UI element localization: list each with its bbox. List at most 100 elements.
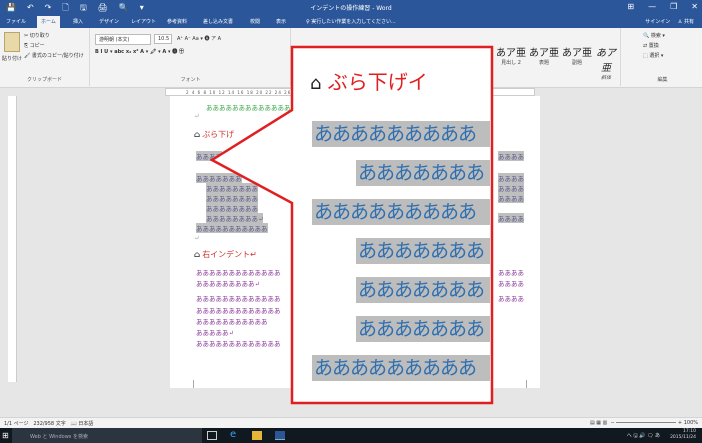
cut-button[interactable]: ✂ 切り取り (24, 32, 50, 39)
word-count[interactable]: 232/958 文字 (33, 421, 65, 427)
zoom-row: あああああああ (356, 160, 490, 186)
house-icon: ⌂ (194, 250, 201, 259)
page-corner-mark (526, 380, 538, 388)
tab-design[interactable]: デザイン (99, 18, 119, 25)
purple-text-tail: ああああ (498, 269, 524, 277)
replace-button[interactable]: ⇄ 置換 (643, 42, 659, 49)
edge-browser-icon[interactable]: e (230, 429, 240, 440)
purple-text-line: あああああああああああああ (196, 307, 281, 315)
windows-start-icon[interactable]: ⊞ (2, 431, 9, 440)
zoom-in-button[interactable]: + (678, 420, 682, 426)
style-subtitle-sample: あア亜 (562, 48, 592, 59)
hanging-block-first: あああああああ (196, 173, 242, 183)
right-highlight-line: ああああ (498, 151, 524, 161)
tell-me-box[interactable]: ♀ 実行したい作業を入力してください... (306, 18, 396, 25)
find-button[interactable]: 🔍 検索 ▾ (643, 32, 665, 39)
web-layout-icon[interactable]: ▥ (603, 420, 608, 426)
share-label: 共有 (683, 19, 694, 25)
page-count[interactable]: 1/1 ページ (4, 421, 29, 427)
zoom-row: あああああああ (356, 316, 490, 342)
window-title: インデントの操作練習 - Word (310, 5, 392, 12)
status-bar: 1/1 ページ 232/958 文字 📖 日本語 ▤ ▦ ▥ − + 100% (0, 417, 702, 428)
style-title[interactable]: あア亜 表題 (529, 44, 559, 66)
tab-review[interactable]: 校閲 (250, 18, 260, 25)
style-title-name: 表題 (538, 60, 549, 66)
copy-button[interactable]: ⎘ コピー (24, 42, 45, 49)
maximize-button[interactable]: ❐ (670, 2, 677, 11)
tab-insert[interactable]: 挿入 (73, 18, 83, 25)
zoom-heading: ⌂ ぶら下げイ (310, 66, 428, 95)
paste-button[interactable]: 貼り付け (2, 55, 22, 62)
zoom-out-button[interactable]: − (611, 420, 615, 426)
style-subtitle[interactable]: あア亜 副題 (562, 44, 592, 66)
status-right: ▤ ▦ ▥ − + 100% (590, 420, 698, 426)
tab-home[interactable]: ホーム (37, 16, 60, 28)
person-icon: ♙ (677, 19, 683, 25)
word-app-icon[interactable] (275, 431, 285, 440)
zoom-row: あああああああ (356, 277, 490, 303)
tab-mailings[interactable]: 差し込み文書 (203, 18, 233, 25)
paste-icon[interactable] (4, 32, 20, 52)
right-highlight-line: ああああ (498, 213, 524, 223)
taskbar-clock[interactable]: 17:10 2015/11/24 (670, 429, 696, 441)
hanging-block-last: あああああああああああ (196, 223, 268, 233)
file-explorer-icon[interactable] (252, 431, 262, 440)
font-group-label: フォント (180, 77, 201, 83)
hanging-block-line: ああああああああ↵ (206, 213, 264, 223)
house-icon: ⌂ (194, 130, 201, 139)
style-heading2-name: 見出し 2 (501, 60, 521, 66)
share-button[interactable]: ♙ 共有 (678, 19, 694, 25)
hanging-indent-heading: ⌂ ぶら下げ (194, 129, 234, 140)
print-layout-icon[interactable]: ▦ (596, 420, 601, 426)
zoom-slider[interactable] (616, 422, 677, 423)
purple-text-line: あああああああああああああ (196, 340, 281, 348)
zoom-row: あああああああ (356, 238, 490, 264)
font-tools-row1[interactable]: A⁺ A⁻ Aa ▾ 🅐 ア A (177, 35, 221, 42)
tab-file[interactable]: ファイル (6, 18, 26, 25)
format-painter-button[interactable]: 🖌 書式のコピー/貼り付け (24, 52, 84, 59)
font-name-select[interactable]: 游明朝 (本文) (95, 34, 151, 45)
style-heading2-sample: あア亜 (496, 48, 526, 59)
style-subtitle-name: 副題 (571, 60, 582, 66)
right-indent-heading-text: 右インデント↵ (202, 250, 257, 259)
read-mode-icon[interactable]: ▤ (590, 420, 595, 426)
tab-layout[interactable]: レイアウト (131, 18, 156, 25)
style-heading2[interactable]: あア亜 見出し 2 (496, 44, 526, 66)
paragraph-mark: ↵ (194, 112, 200, 120)
zoom-heading-text: ぶら下げイ (327, 70, 428, 94)
font-format-row[interactable]: B I U ▾ abc x₂ x² A ▾ 🖍 ▾ A ▾ 🅐 ㊉ (95, 48, 184, 55)
taskbar-search[interactable]: Web と Windows を検索 (12, 428, 202, 443)
paragraph-mark: ↵ (194, 234, 200, 242)
purple-text-line: あああああああああ↵ (196, 280, 260, 288)
right-highlight-line: ああああ (498, 183, 524, 193)
close-button[interactable]: ✕ (691, 2, 698, 11)
system-tray[interactable]: へ 🖫 🔊 🗨 あ (627, 432, 660, 441)
zoom-level[interactable]: 100% (684, 420, 698, 426)
purple-text-line: あああああああああああああ (196, 295, 281, 303)
signin-link[interactable]: サインイン (645, 19, 670, 25)
right-indent-heading: ⌂ 右インデント↵ (194, 249, 257, 260)
title-bar: 💾 ↶ ↷ 🗋 🖫 🖨 🔍 ▾ インデントの操作練習 - Word ⊞ — ❐ … (0, 0, 702, 15)
house-icon: ⌂ (310, 73, 322, 94)
vertical-ruler[interactable] (8, 96, 17, 382)
zoom-row: あああああああああ (312, 355, 490, 381)
windows-taskbar: ⊞ Web と Windows を検索 e へ 🖫 🔊 🗨 あ 17:10 20… (0, 428, 702, 443)
window-controls: ⊞ — ❐ ✕ (627, 2, 698, 11)
status-left: 1/1 ページ 232/958 文字 📖 日本語 (4, 420, 93, 427)
zoom-row: あああああああああ (312, 121, 490, 147)
tab-view[interactable]: 表示 (276, 18, 286, 25)
task-view-icon[interactable] (207, 431, 217, 440)
select-button[interactable]: ⬚ 選択 ▾ (643, 52, 663, 59)
font-size-select[interactable]: 10.5 (154, 34, 172, 44)
ribbon-display-options-icon[interactable]: ⊞ (627, 2, 634, 11)
clock-date: 2015/11/24 (670, 435, 696, 440)
zoom-row: あああああああああ (312, 199, 490, 225)
proofing-icon[interactable]: 📖 (70, 421, 76, 427)
minimize-button[interactable]: — (648, 2, 656, 11)
purple-text-line: あああああ↵ (196, 329, 234, 337)
hanging-block-line: ああああああああ (206, 203, 258, 213)
style-emphasis-sample: あア亜 (596, 48, 616, 74)
language-indicator[interactable]: 日本語 (78, 421, 93, 427)
tab-references[interactable]: 参考資料 (167, 18, 187, 25)
right-highlight-line: ああああ (498, 173, 524, 183)
